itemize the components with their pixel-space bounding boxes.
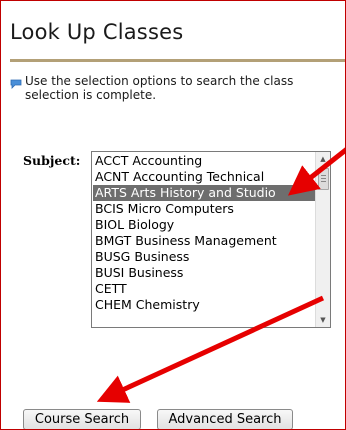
arrow-to-selected-subject: [287, 147, 345, 196]
page-frame: Look Up Classes Use the selection option…: [0, 0, 346, 430]
annotation-arrows: [96, 147, 345, 403]
arrow-to-course-search: [96, 295, 325, 403]
